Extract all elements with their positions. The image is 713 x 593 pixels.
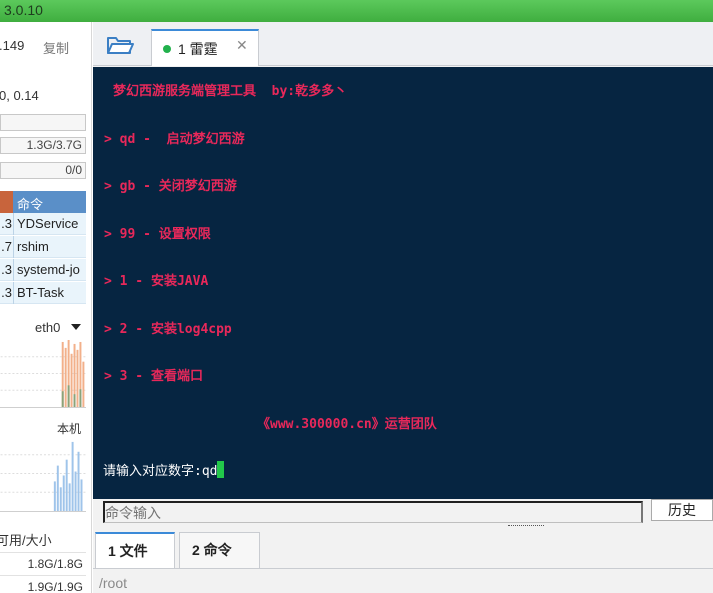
process-cpu: .3 (1, 216, 12, 231)
title-bar: 3.0.10 (0, 0, 713, 22)
process-name: BT-Task (17, 285, 64, 300)
disk-io-graph (0, 441, 86, 512)
terminal-line: > 2 - 安装log4cpp (104, 322, 232, 337)
terminal-line: > 1 - 安装JAVA (104, 274, 209, 289)
terminal-line: > 99 - 设置权限 (104, 227, 211, 242)
main-area: 1 雷霆 ✕ 梦幻西游服务端管理工具 by:乾多多丶 > qd - 启动梦幻西游… (93, 22, 713, 593)
prompt-text: 请输入对应数字:qd (103, 464, 218, 479)
column-divider (13, 213, 14, 235)
table-row[interactable]: .3 BT-Task (0, 282, 86, 304)
process-name: YDService (17, 216, 79, 231)
terminal-line: 《www.300000.cn》运营团队 (257, 417, 437, 432)
disk-row: 1.9G/1.9G (0, 575, 86, 593)
network-traffic-graph (0, 340, 86, 408)
terminal-line: > 3 - 查看端口 (104, 369, 203, 384)
process-name: systemd-jo (17, 262, 80, 277)
tab-label: 1 雷霆 (178, 41, 218, 57)
terminal-line: > gb - 关闭梦幻西游 (104, 179, 237, 194)
terminal-cursor (217, 461, 225, 478)
current-path: /root (99, 575, 128, 591)
process-cpu: .3 (1, 262, 12, 277)
bottom-tab-bar: 1 文件 2 命令 (93, 530, 713, 569)
session-tab-bar: 1 雷霆 ✕ (93, 22, 713, 66)
table-row[interactable]: .3 systemd-jo (0, 259, 86, 281)
network-interface-select[interactable]: eth0 (35, 320, 60, 335)
memory-bar: 1.3G/3.7G (0, 137, 86, 154)
connected-status-icon (163, 45, 171, 53)
terminal[interactable]: 梦幻西游服务端管理工具 by:乾多多丶 > qd - 启动梦幻西游 > gb -… (93, 67, 713, 499)
cpu-column-header[interactable] (0, 191, 13, 213)
swap-bar: 0/0 (0, 162, 86, 179)
system-monitor-sidebar: .149 复制 0, 0.14 1.3G/3.7G 0/0 命令 .3 YDSe… (0, 22, 92, 593)
history-button[interactable]: 历史 (651, 499, 713, 521)
terminal-line: > qd - 启动梦幻西游 (104, 132, 245, 147)
resize-handle[interactable] (508, 525, 544, 528)
app-window: 3.0.10 .149 复制 0, 0.14 1.3G/3.7G 0/0 命令 … (0, 0, 713, 593)
table-row[interactable]: .7 rshim (0, 236, 86, 258)
copy-ip-button[interactable]: 复制 (43, 38, 69, 57)
app-version: 3.0.10 (4, 2, 43, 18)
column-divider (13, 236, 14, 258)
process-cpu: .7 (1, 239, 12, 254)
server-ip: .149 (0, 38, 25, 53)
table-row[interactable]: .3 YDService (0, 213, 86, 235)
process-table-header[interactable]: 命令 (0, 191, 86, 213)
load-average: 0, 0.14 (0, 88, 39, 103)
terminal-line: 梦幻西游服务端管理工具 by:乾多多丶 (113, 84, 348, 99)
terminal-prompt: 请输入对应数字:qd (103, 460, 225, 479)
close-icon[interactable]: ✕ (236, 38, 248, 54)
process-cpu: .3 (1, 285, 12, 300)
folder-icon[interactable] (106, 34, 134, 56)
column-divider (13, 282, 14, 304)
disk-row: 1.8G/1.8G (0, 552, 86, 574)
tab-session-1[interactable]: 1 雷霆 ✕ (151, 29, 259, 66)
cpu-bar (0, 114, 86, 131)
local-label: 本机 (57, 422, 82, 436)
column-divider (13, 259, 14, 281)
process-name: rshim (17, 239, 49, 254)
command-input[interactable] (103, 501, 643, 523)
tab-commands[interactable]: 2 命令 (179, 532, 260, 568)
chevron-down-icon[interactable] (71, 324, 81, 330)
tab-files[interactable]: 1 文件 (95, 532, 175, 568)
command-column-header[interactable]: 命令 (17, 194, 43, 213)
disk-header: 可用/大小 (0, 533, 52, 548)
